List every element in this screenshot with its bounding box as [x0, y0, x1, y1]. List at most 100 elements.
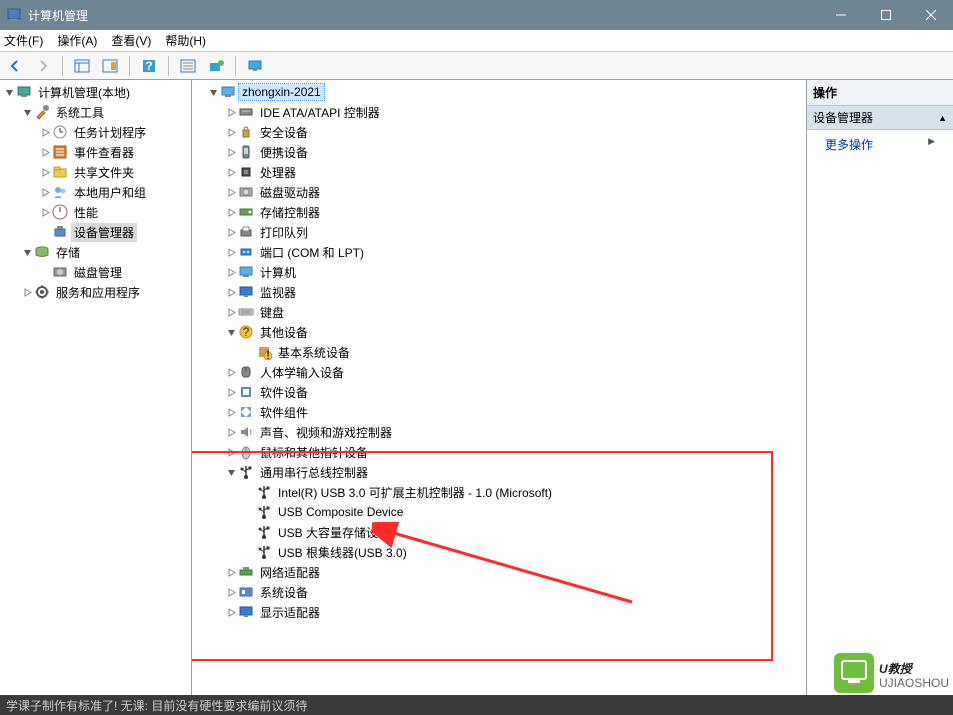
tree-item-label: 计算机: [257, 263, 299, 282]
tree-item[interactable]: 显示适配器: [192, 602, 806, 622]
chevron-right-icon[interactable]: [224, 305, 238, 319]
chevron-down-icon[interactable]: [206, 85, 220, 99]
tree-item[interactable]: IDE ATA/ATAPI 控制器: [192, 102, 806, 122]
tree-item[interactable]: 性能: [0, 202, 191, 222]
menu-file[interactable]: 文件(F): [4, 32, 43, 49]
tree-item[interactable]: !基本系统设备: [192, 342, 806, 362]
tree-item[interactable]: 磁盘驱动器: [192, 182, 806, 202]
device-tree-pane[interactable]: zhongxin-2021IDE ATA/ATAPI 控制器安全设备便携设备处理…: [192, 80, 806, 695]
tree-item[interactable]: ?其他设备: [192, 322, 806, 342]
tree-item[interactable]: 安全设备: [192, 122, 806, 142]
tree-item[interactable]: 存储: [0, 242, 191, 262]
chevron-right-icon[interactable]: [224, 225, 238, 239]
more-actions-link[interactable]: 更多操作 ▶: [807, 130, 953, 159]
chevron-down-icon[interactable]: [2, 85, 16, 99]
tree-item[interactable]: 设备管理器: [0, 222, 191, 242]
tree-item[interactable]: 打印队列: [192, 222, 806, 242]
tree-item[interactable]: 端口 (COM 和 LPT): [192, 242, 806, 262]
chevron-right-icon[interactable]: [224, 565, 238, 579]
chevron-right-icon[interactable]: [224, 105, 238, 119]
titlebar: 计算机管理: [0, 0, 953, 30]
chevron-down-icon[interactable]: [20, 245, 34, 259]
tree-item[interactable]: 共享文件夹: [0, 162, 191, 182]
tree-item[interactable]: 便携设备: [192, 142, 806, 162]
tree-item[interactable]: 监视器: [192, 282, 806, 302]
tree-item[interactable]: 处理器: [192, 162, 806, 182]
tree-item[interactable]: 计算机管理(本地): [0, 82, 191, 102]
tree-item[interactable]: 事件查看器: [0, 142, 191, 162]
tree-item[interactable]: 磁盘管理: [0, 262, 191, 282]
tree-item[interactable]: 软件设备: [192, 382, 806, 402]
chevron-right-icon[interactable]: [224, 165, 238, 179]
chevron-right-icon: ▶: [928, 136, 935, 147]
help-button[interactable]: ?: [138, 55, 160, 77]
chevron-right-icon[interactable]: [38, 125, 52, 139]
chevron-down-icon[interactable]: [20, 105, 34, 119]
chevron-right-icon[interactable]: [224, 585, 238, 599]
security-icon: [238, 124, 254, 140]
tree-item[interactable]: zhongxin-2021: [192, 82, 806, 102]
properties-button[interactable]: [99, 55, 121, 77]
tree-item[interactable]: 软件组件: [192, 402, 806, 422]
chevron-down-icon[interactable]: [224, 325, 238, 339]
svg-text:U教授: U教授: [879, 662, 914, 676]
monitor-icon-button[interactable]: [244, 55, 266, 77]
scan-hardware-button[interactable]: [205, 55, 227, 77]
chevron-right-icon[interactable]: [38, 145, 52, 159]
tree-item[interactable]: USB 大容量存储设备: [192, 522, 806, 542]
tree-item-label: 软件设备: [257, 383, 311, 402]
tree-item[interactable]: 通用串行总线控制器: [192, 462, 806, 482]
tree-item-label: 显示适配器: [257, 603, 323, 622]
view-devices-button[interactable]: [177, 55, 199, 77]
tree-item[interactable]: Intel(R) USB 3.0 可扩展主机控制器 - 1.0 (Microso…: [192, 482, 806, 502]
chevron-right-icon[interactable]: [224, 425, 238, 439]
chevron-right-icon[interactable]: [224, 245, 238, 259]
tree-item[interactable]: USB Composite Device: [192, 502, 806, 522]
tree-item[interactable]: USB 根集线器(USB 3.0): [192, 542, 806, 562]
minimize-button[interactable]: [818, 0, 863, 30]
storage-icon: [34, 244, 50, 260]
menu-help[interactable]: 帮助(H): [165, 32, 206, 49]
chevron-right-icon[interactable]: [224, 125, 238, 139]
tree-item[interactable]: 网络适配器: [192, 562, 806, 582]
tree-item[interactable]: 人体学输入设备: [192, 362, 806, 382]
chevron-right-icon[interactable]: [38, 205, 52, 219]
tree-item[interactable]: 本地用户和组: [0, 182, 191, 202]
chevron-right-icon[interactable]: [224, 405, 238, 419]
chevron-right-icon[interactable]: [224, 365, 238, 379]
chevron-right-icon[interactable]: [224, 385, 238, 399]
computer-icon: [220, 84, 236, 100]
chevron-right-icon[interactable]: [38, 185, 52, 199]
tree-item[interactable]: 键盘: [192, 302, 806, 322]
maximize-button[interactable]: [863, 0, 908, 30]
forward-button[interactable]: [32, 55, 54, 77]
system-dev-icon: [238, 584, 254, 600]
chevron-right-icon[interactable]: [38, 165, 52, 179]
close-button[interactable]: [908, 0, 953, 30]
tree-item-label: 事件查看器: [71, 143, 137, 162]
menu-view[interactable]: 查看(V): [111, 32, 151, 49]
chevron-right-icon[interactable]: [224, 445, 238, 459]
back-button[interactable]: [4, 55, 26, 77]
tree-item[interactable]: 计算机: [192, 262, 806, 282]
tree-item[interactable]: 服务和应用程序: [0, 282, 191, 302]
chevron-right-icon[interactable]: [224, 205, 238, 219]
show-hide-button[interactable]: [71, 55, 93, 77]
tree-item[interactable]: 系统工具: [0, 102, 191, 122]
tree-item[interactable]: 鼠标和其他指针设备: [192, 442, 806, 462]
tree-item[interactable]: 声音、视频和游戏控制器: [192, 422, 806, 442]
tree-item[interactable]: 系统设备: [192, 582, 806, 602]
tree-item[interactable]: 任务计划程序: [0, 122, 191, 142]
left-tree-pane[interactable]: 计算机管理(本地)系统工具任务计划程序事件查看器共享文件夹本地用户和组性能设备管…: [0, 80, 192, 695]
chevron-right-icon[interactable]: [224, 265, 238, 279]
chevron-down-icon[interactable]: [224, 465, 238, 479]
app-icon: [6, 7, 22, 23]
chevron-right-icon[interactable]: [20, 285, 34, 299]
chevron-right-icon[interactable]: [224, 285, 238, 299]
chevron-right-icon[interactable]: [224, 185, 238, 199]
menu-action[interactable]: 操作(A): [57, 32, 97, 49]
tree-item[interactable]: 存储控制器: [192, 202, 806, 222]
chevron-right-icon[interactable]: [224, 145, 238, 159]
chevron-up-icon[interactable]: ▲: [938, 113, 947, 123]
chevron-right-icon[interactable]: [224, 605, 238, 619]
